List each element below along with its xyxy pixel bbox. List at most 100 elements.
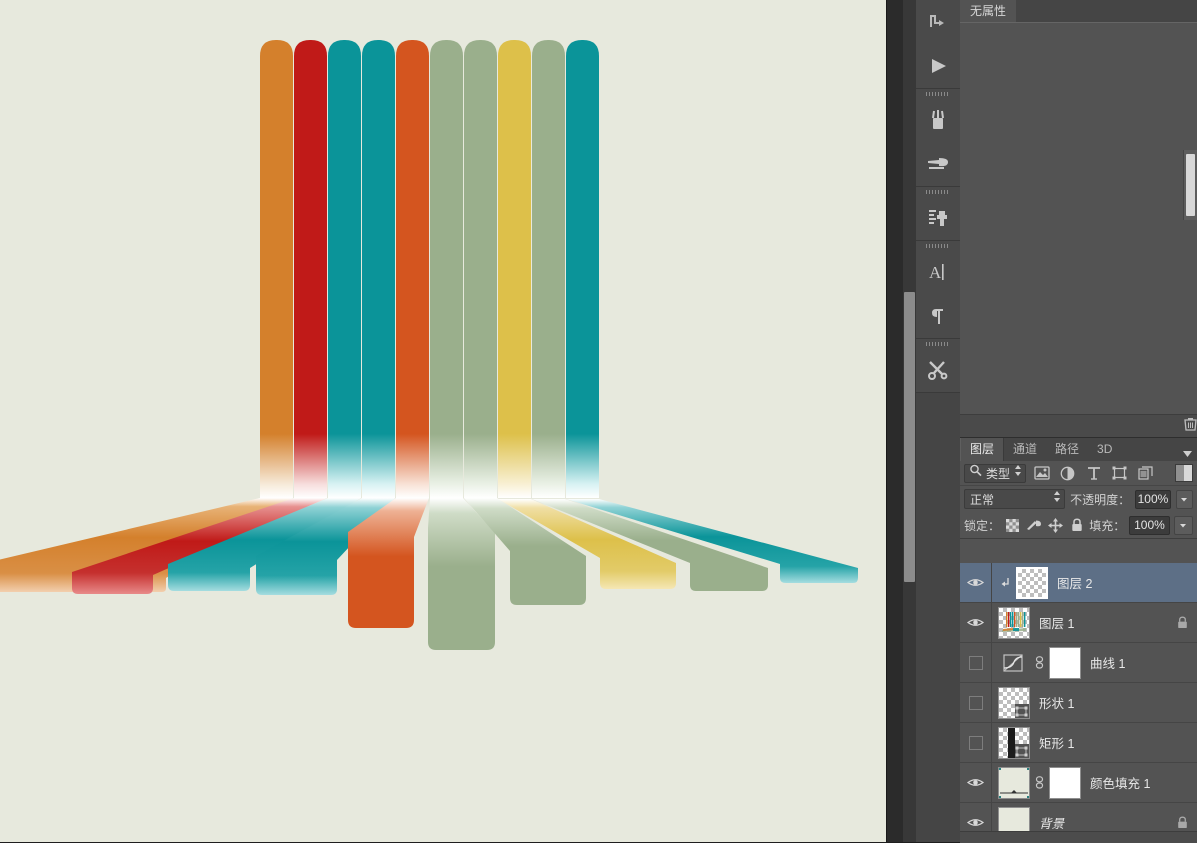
rail-grip [916, 187, 960, 196]
layer-name[interactable]: 矩形 1 [1039, 733, 1074, 752]
rail-grip [916, 241, 960, 250]
trash-icon[interactable] [1184, 417, 1197, 436]
layer-name[interactable]: 颜色填充 1 [1090, 773, 1150, 792]
adjustment-filter-icon[interactable] [1057, 464, 1078, 482]
layers-panel-bottom-strip [960, 831, 1197, 843]
properties-panel-footer [960, 414, 1197, 437]
lock-position-icon[interactable] [1047, 516, 1064, 534]
layer-lock-icon [1177, 616, 1188, 634]
smartobject-filter-icon[interactable] [1135, 464, 1156, 482]
history-panel-icon[interactable] [916, 0, 960, 44]
layer-row-xingzhuang-1[interactable]: 形状 1 [960, 683, 1197, 723]
type-filter-icon[interactable] [1083, 464, 1104, 482]
opacity-input[interactable]: 100% [1135, 490, 1171, 509]
layer-row-juxing-1[interactable]: 矩形 1 [960, 723, 1197, 763]
layer-thumbnails [992, 567, 1048, 599]
link-icon[interactable] [1034, 656, 1045, 669]
layer-row-yansetianchong-1[interactable]: 颜色填充 1 [960, 763, 1197, 803]
layer-visibility-toggle[interactable] [960, 763, 992, 802]
tab-paths[interactable]: 路径 [1046, 438, 1088, 461]
layer-thumbnails [992, 767, 1081, 799]
lock-label: 锁定： [964, 517, 1000, 534]
canvas-vertical-scrollbar[interactable] [886, 0, 917, 842]
clipping-mask-icon [998, 577, 1011, 588]
layer-mask-thumbnail[interactable] [1049, 647, 1081, 679]
fill-label: 填充： [1089, 517, 1125, 534]
layer-row-tuceng-1[interactable]: 图层 1 [960, 603, 1197, 643]
layers-panel: 图层 通道 路径 3D 类型 [960, 437, 1197, 843]
tool-presets-panel-icon[interactable] [916, 348, 960, 392]
fill-input[interactable]: 100% [1129, 516, 1169, 535]
properties-panel-body[interactable] [960, 22, 1197, 416]
filter-toggle[interactable] [1175, 464, 1193, 482]
layer-thumbnail[interactable] [1016, 567, 1048, 599]
lock-all-icon[interactable] [1068, 516, 1085, 534]
opacity-label: 不透明度： [1070, 491, 1130, 508]
layer-visibility-toggle[interactable] [960, 563, 992, 602]
pixel-filter-icon[interactable] [1031, 464, 1052, 482]
adjustment-thumbnail[interactable] [998, 647, 1030, 679]
layer-thumbnails [992, 607, 1030, 639]
layer-visibility-toggle[interactable] [960, 683, 992, 722]
layer-mask-thumbnail[interactable] [1049, 767, 1081, 799]
panel-icon-rail: A [916, 0, 961, 842]
character-panel-icon[interactable]: A [916, 250, 960, 294]
blend-mode-select[interactable]: 正常 [964, 489, 1065, 509]
document-canvas[interactable] [0, 0, 886, 842]
tab-properties[interactable]: 无属性 [960, 0, 1016, 22]
layer-visibility-toggle[interactable] [960, 643, 992, 682]
layer-thumbnails [992, 727, 1030, 759]
layer-name[interactable]: 形状 1 [1039, 693, 1074, 712]
rail-group-history [916, 0, 960, 89]
tab-3d[interactable]: 3D [1088, 438, 1121, 461]
lock-image-icon[interactable] [1025, 516, 1042, 534]
right-panel-dock: A [916, 0, 1197, 842]
fill-thumbnail[interactable] [998, 767, 1030, 799]
blend-mode-row: 正常 不透明度： 100% [960, 486, 1197, 512]
tab-channels[interactable]: 通道 [1004, 438, 1046, 461]
layer-row-tuceng-2[interactable]: 图层 2 [960, 563, 1197, 603]
rail-group-type: A [916, 241, 960, 339]
clone-source-panel-icon[interactable] [916, 196, 960, 240]
brush-panel-icon[interactable] [916, 142, 960, 186]
layer-kind-select[interactable]: 类型 [964, 464, 1026, 483]
layer-visibility-toggle[interactable] [960, 723, 992, 762]
search-icon [969, 464, 982, 482]
fill-stepper[interactable] [1174, 516, 1193, 535]
lock-transparency-icon[interactable] [1004, 516, 1021, 534]
blend-mode-value: 正常 [970, 491, 1053, 508]
layer-visibility-toggle[interactable] [960, 603, 992, 642]
chevron-updown-icon [1014, 464, 1022, 482]
layer-name[interactable]: 图层 1 [1039, 613, 1074, 632]
layer-thumbnail[interactable] [998, 687, 1030, 719]
layer-kind-label: 类型 [986, 465, 1010, 482]
layer-list[interactable]: 图层 2 [960, 563, 1197, 843]
brush-presets-panel-icon[interactable] [916, 98, 960, 142]
opacity-stepper[interactable] [1176, 490, 1193, 509]
layer-thumbnail[interactable] [998, 607, 1030, 639]
properties-scrollbar-thumb[interactable] [1186, 154, 1195, 216]
rail-group-brush [916, 89, 960, 187]
layer-name[interactable]: 曲线 1 [1090, 653, 1125, 672]
scrollbar-thumb[interactable] [904, 292, 915, 582]
rail-group-clone [916, 187, 960, 241]
layer-name[interactable]: 背景 [1039, 813, 1064, 832]
layer-row-quxian-1[interactable]: 曲线 1 [960, 643, 1197, 683]
layer-thumbnail[interactable] [998, 727, 1030, 759]
layer-thumbnails [992, 647, 1081, 679]
layer-name[interactable]: 图层 2 [1057, 573, 1092, 592]
panel-menu-icon[interactable] [1182, 445, 1193, 463]
layers-tabbar: 图层 通道 路径 3D [960, 438, 1197, 461]
paragraph-panel-icon[interactable] [916, 294, 960, 338]
properties-scrollbar[interactable] [1183, 150, 1197, 220]
photoshop-window: A [0, 0, 1197, 842]
properties-panel: 无属性 [960, 0, 1197, 437]
artwork-ribbons [0, 0, 886, 842]
rail-grip [916, 89, 960, 98]
properties-tabbar: 无属性 [960, 0, 1197, 23]
actions-panel-icon[interactable] [916, 44, 960, 88]
link-icon[interactable] [1034, 776, 1045, 789]
shape-filter-icon[interactable] [1109, 464, 1130, 482]
tab-layers[interactable]: 图层 [960, 438, 1004, 461]
svg-text:A: A [929, 263, 942, 282]
